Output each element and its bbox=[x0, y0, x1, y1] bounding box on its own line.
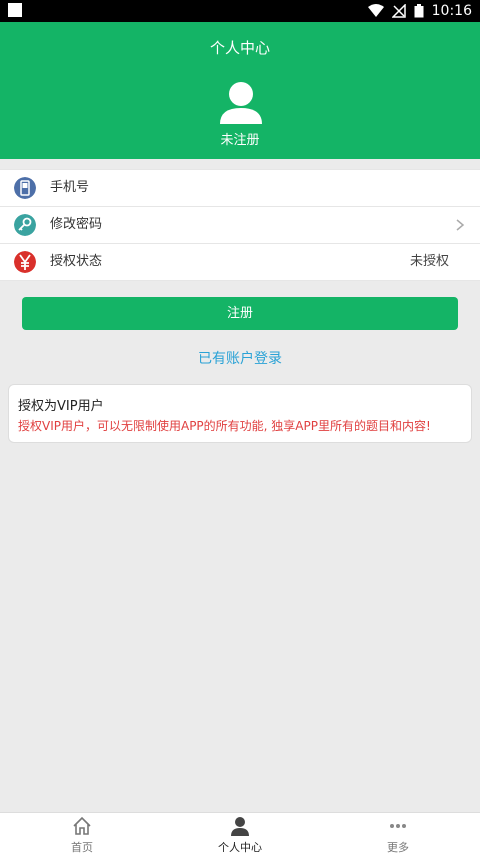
tab-profile[interactable]: 个人中心 bbox=[190, 813, 290, 855]
tab-profile-label: 个人中心 bbox=[218, 841, 262, 854]
vip-title: 授权为VIP用户 bbox=[18, 399, 104, 414]
vip-card[interactable]: 授权为VIP用户 授权VIP用户，可以无限制使用APP的所有功能, 独享APP里… bbox=[8, 384, 472, 443]
phone-icon bbox=[14, 177, 36, 199]
tab-home[interactable]: 首页 bbox=[32, 813, 132, 855]
phone-label: 手机号 bbox=[50, 180, 90, 195]
row-phone[interactable]: 手机号 bbox=[0, 170, 480, 207]
vip-description: 授权VIP用户，可以无限制使用APP的所有功能, 独享APP里所有的题目和内容! bbox=[18, 419, 431, 433]
key-icon bbox=[14, 214, 36, 236]
tab-more-label: 更多 bbox=[387, 841, 409, 854]
auth-status-value: 未授权 bbox=[409, 254, 449, 269]
status-bar: 10:16 bbox=[0, 0, 480, 22]
tab-home-label: 首页 bbox=[71, 841, 93, 854]
more-icon bbox=[390, 824, 406, 828]
wifi-icon bbox=[367, 4, 384, 17]
yen-icon bbox=[14, 251, 36, 273]
battery-icon bbox=[414, 4, 424, 18]
home-icon bbox=[73, 816, 91, 835]
header: 个人中心 未注册 bbox=[0, 22, 480, 159]
avatar-icon[interactable] bbox=[220, 80, 262, 124]
tab-bar: 首页 个人中心 更多 bbox=[0, 812, 480, 855]
notification-icon bbox=[8, 3, 22, 17]
no-signal-icon bbox=[391, 4, 406, 18]
auth-status-label: 授权状态 bbox=[50, 254, 103, 269]
settings-list: 手机号 修改密码 授权状态 未授权 bbox=[0, 169, 480, 281]
person-icon bbox=[231, 817, 249, 836]
chevron-right-icon bbox=[456, 219, 465, 231]
row-change-password[interactable]: 修改密码 bbox=[0, 207, 480, 244]
change-password-label: 修改密码 bbox=[50, 217, 103, 232]
status-icons: 10:16 bbox=[367, 0, 472, 22]
user-status: 未注册 bbox=[220, 133, 260, 148]
status-time: 10:16 bbox=[431, 3, 472, 19]
tab-more[interactable]: 更多 bbox=[348, 813, 448, 855]
register-button[interactable]: 注册 bbox=[22, 297, 458, 330]
row-auth-status[interactable]: 授权状态 未授权 bbox=[0, 244, 480, 280]
page-title: 个人中心 bbox=[209, 39, 270, 57]
login-link[interactable]: 已有账户登录 bbox=[0, 348, 480, 368]
